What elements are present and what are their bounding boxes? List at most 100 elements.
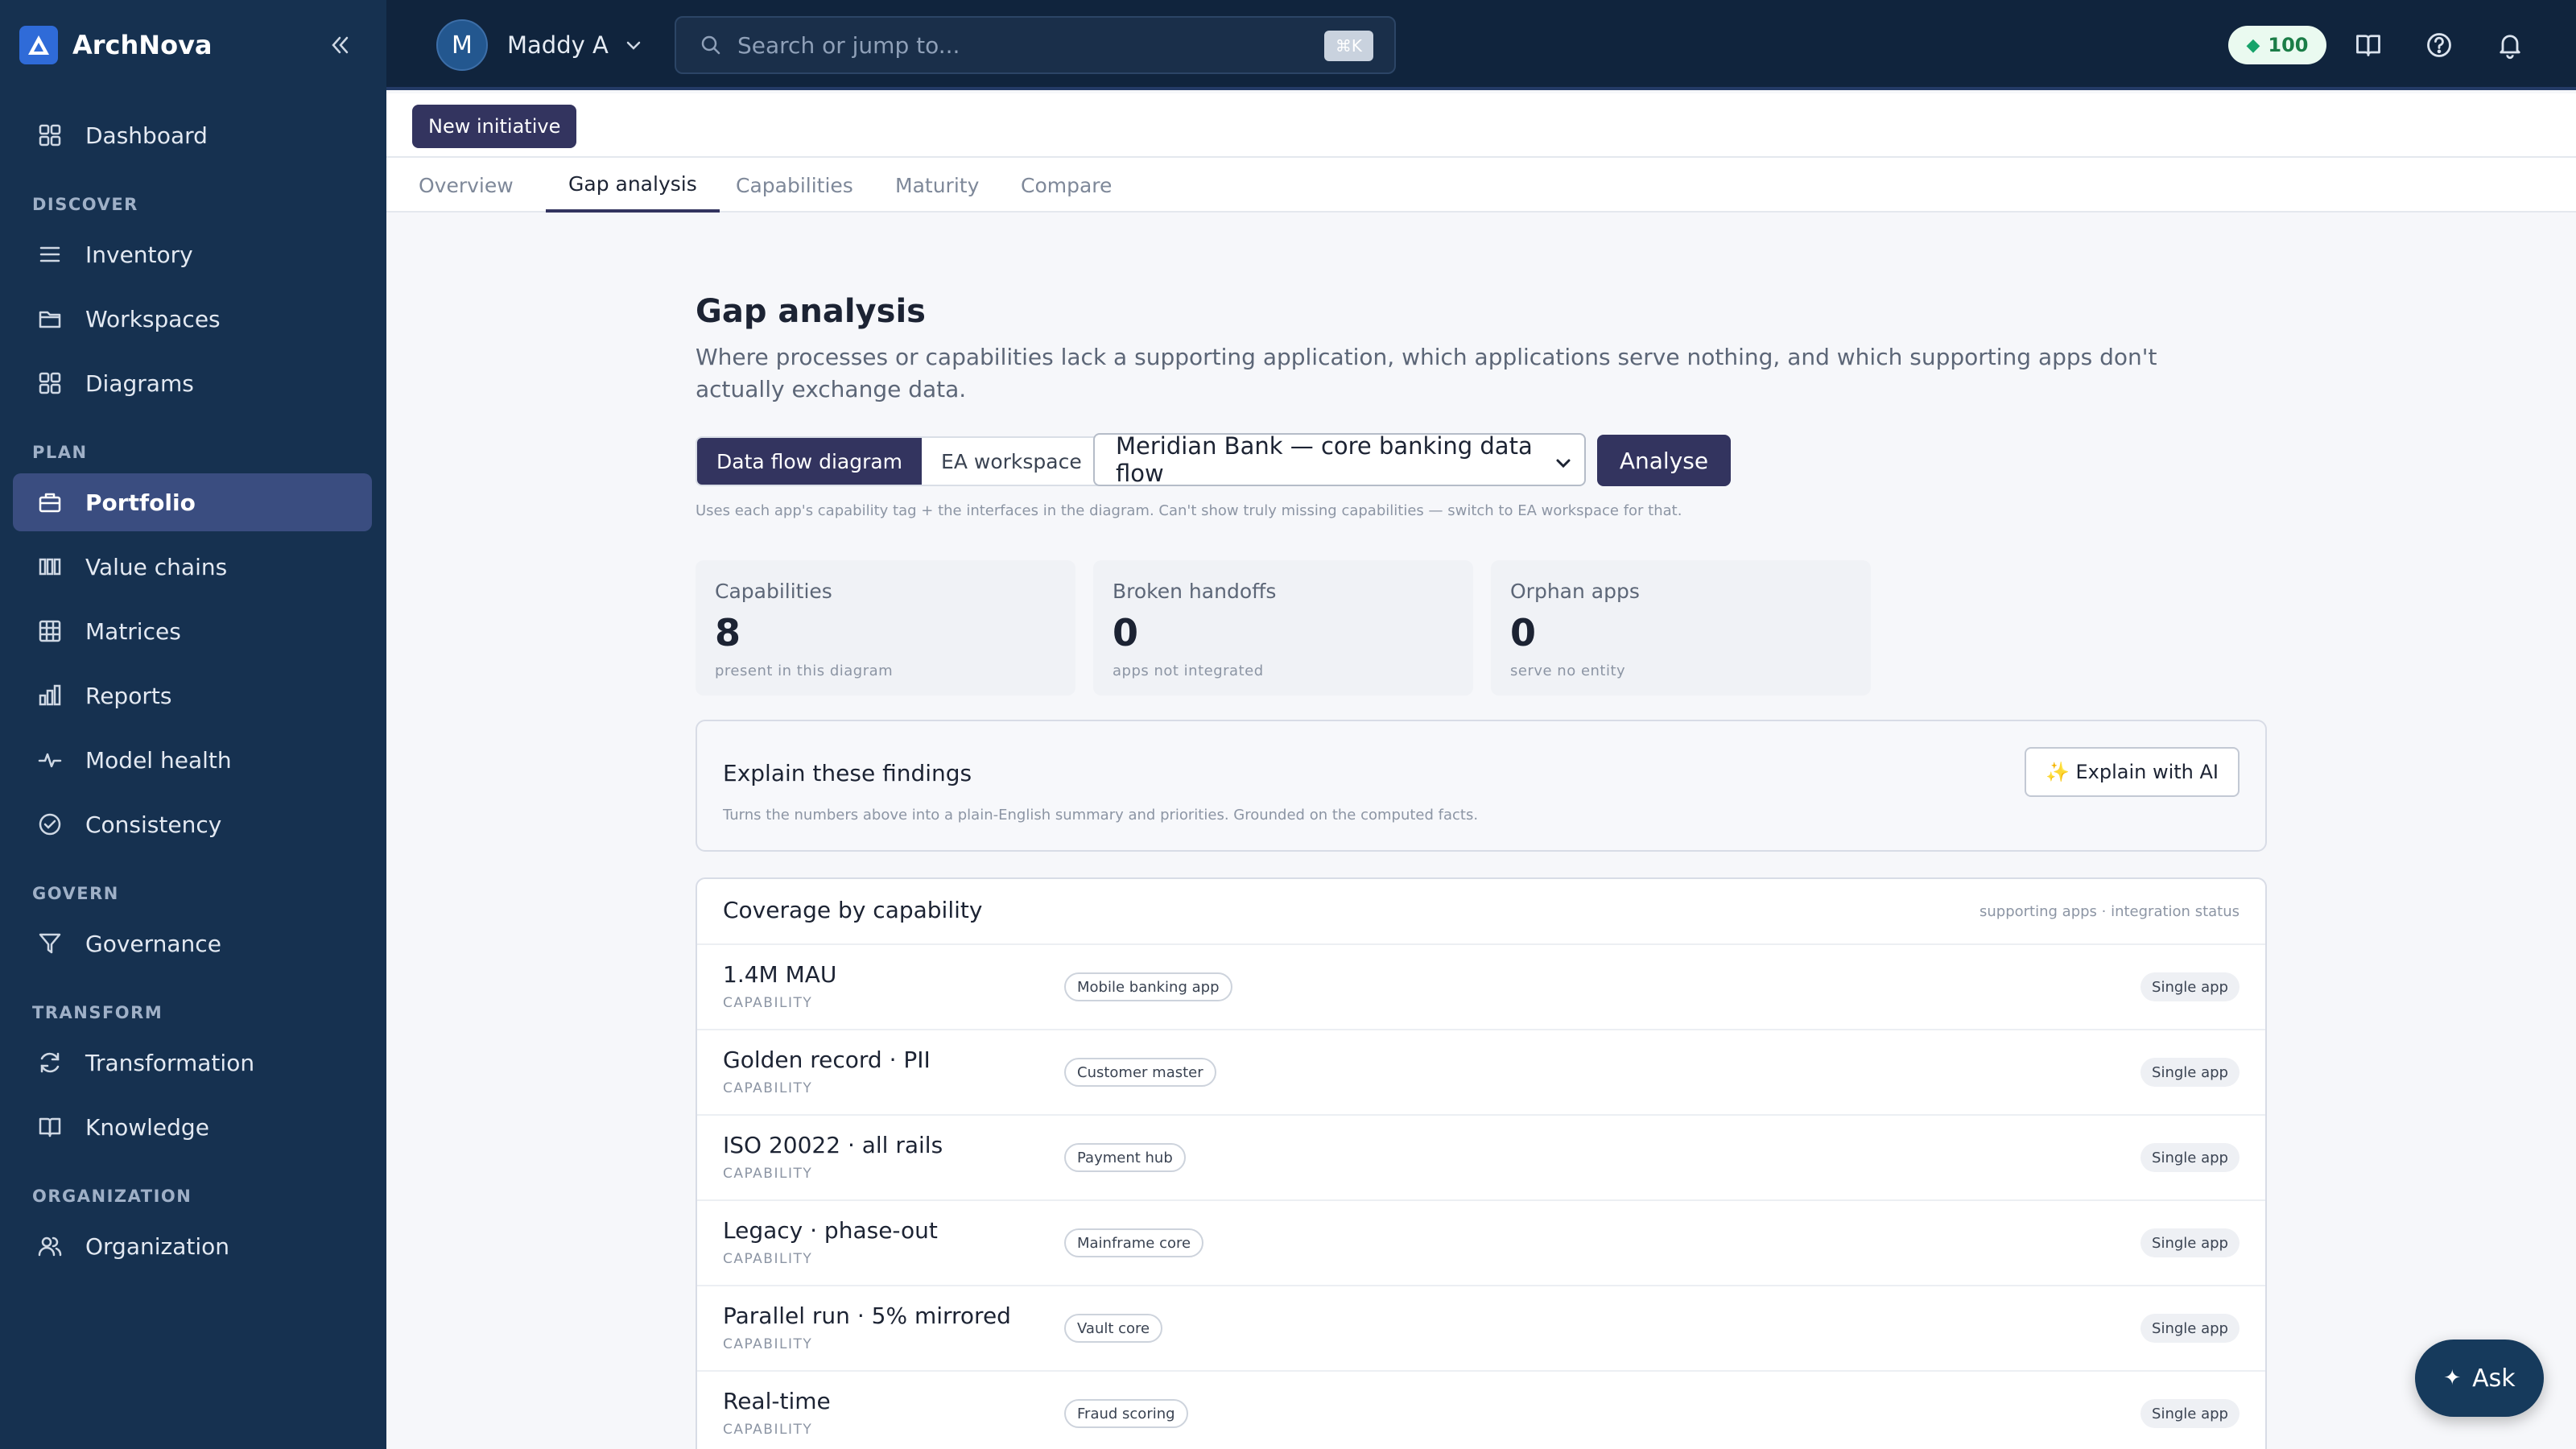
archnova-logo-icon: [19, 26, 58, 64]
help-icon[interactable]: [2421, 27, 2457, 63]
brand[interactable]: ArchNova: [19, 26, 213, 64]
sidebar-item-dashboard[interactable]: Dashboard: [13, 106, 372, 164]
status-badge: Single app: [2140, 1314, 2240, 1343]
sidebar-item-label: Model health: [85, 746, 232, 774]
supporting-app-chip[interactable]: Fraud scoring: [1064, 1399, 1188, 1428]
chevron-down-icon: [623, 35, 644, 56]
search-shortcut: ⌘K: [1323, 31, 1373, 61]
stat-value: 0: [1113, 611, 1139, 654]
book-icon: [34, 1111, 66, 1143]
search-input[interactable]: [737, 31, 1301, 59]
sidebar-item-knowledge[interactable]: Knowledge: [13, 1098, 372, 1156]
docs-book-icon[interactable]: [2351, 27, 2386, 63]
capability-name: Legacy · phase-out: [723, 1217, 938, 1244]
stat-orphan-apps: Orphan apps 0 serve no entity: [1491, 560, 1871, 696]
stat-sub: present in this diagram: [715, 663, 894, 679]
diagram-select[interactable]: Meridian Bank — core banking data flow: [1093, 432, 1586, 487]
table-row[interactable]: Golden record · PII CAPABILITY Customer …: [697, 1030, 2265, 1116]
section-organization: ORGANIZATION: [32, 1187, 192, 1206]
section-discover: DISCOVER: [32, 195, 138, 214]
table-row[interactable]: Real-time CAPABILITY Fraud scoring Singl…: [697, 1372, 2265, 1449]
sidebar-item-value-chains[interactable]: Value chains: [13, 538, 372, 596]
tab-gap-analysis[interactable]: Gap analysis: [546, 158, 720, 213]
sidebar-item-portfolio[interactable]: Portfolio: [13, 473, 372, 531]
tab-overview[interactable]: Overview: [396, 158, 536, 213]
columns-icon: [34, 551, 66, 583]
new-initiative-button[interactable]: New initiative: [412, 105, 577, 148]
sidebar-item-governance[interactable]: Governance: [13, 914, 372, 972]
capability-type: CAPABILITY: [723, 1080, 813, 1096]
chevron-down-icon: [1554, 451, 1573, 478]
diagram-select-value: Meridian Bank — core banking data flow: [1116, 432, 1533, 487]
tab-capabilities[interactable]: Capabilities: [713, 158, 876, 213]
status-badge: Single app: [2140, 1228, 2240, 1257]
ask-label: Ask: [2472, 1364, 2516, 1393]
table-row[interactable]: ISO 20022 · all rails CAPABILITY Payment…: [697, 1116, 2265, 1201]
sidebar-item-inventory[interactable]: Inventory: [13, 225, 372, 283]
sidebar-item-consistency[interactable]: Consistency: [13, 795, 372, 853]
sidebar-item-organization[interactable]: Organization: [13, 1217, 372, 1275]
tab-compare[interactable]: Compare: [998, 158, 1134, 213]
explain-subtitle: Turns the numbers above into a plain-Eng…: [723, 807, 1479, 824]
capability-name: 1.4M MAU: [723, 961, 837, 988]
section-govern: GOVERN: [32, 884, 119, 903]
check-circle-icon: [34, 808, 66, 840]
table-row[interactable]: 1.4M MAU CAPABILITY Mobile banking app S…: [697, 945, 2265, 1030]
pulse-icon: [34, 744, 66, 776]
sidebar-item-workspaces[interactable]: Workspaces: [13, 290, 372, 348]
supporting-app-chip[interactable]: Customer master: [1064, 1058, 1216, 1087]
capability-type: CAPABILITY: [723, 1166, 813, 1182]
list-icon: [34, 238, 66, 270]
sidebar-item-label: Workspaces: [85, 305, 221, 332]
sidebar-item-label: Knowledge: [85, 1113, 209, 1141]
capability-name: Golden record · PII: [723, 1046, 931, 1073]
credits-badge[interactable]: ◆ 100: [2228, 26, 2326, 64]
section-transform: TRANSFORM: [32, 1003, 163, 1022]
search-box[interactable]: ⌘K: [675, 16, 1396, 74]
sidebar-item-label: Governance: [85, 930, 221, 957]
ask-assistant-button[interactable]: ✦ Ask: [2415, 1340, 2544, 1417]
source-ea-workspace-button[interactable]: EA workspace: [922, 438, 1101, 485]
sidebar-item-label: Transformation: [85, 1049, 255, 1076]
explain-with-ai-button[interactable]: ✨ Explain with AI: [2024, 747, 2240, 797]
page-toolbar: New initiative: [386, 93, 2576, 158]
sidebar-item-label: Consistency: [85, 811, 222, 838]
grid-icon: [34, 119, 66, 151]
sidebar-item-reports[interactable]: Reports: [13, 667, 372, 724]
supporting-app-chip[interactable]: Mobile banking app: [1064, 972, 1232, 1001]
user-menu[interactable]: M Maddy A: [436, 19, 644, 71]
analyse-button[interactable]: Analyse: [1597, 435, 1731, 486]
capability-name: Real-time: [723, 1388, 831, 1414]
bell-icon[interactable]: [2492, 27, 2528, 63]
explain-title: Explain these findings: [723, 760, 972, 786]
stat-sub: serve no entity: [1510, 663, 1626, 679]
sidebar-item-matrices[interactable]: Matrices: [13, 602, 372, 660]
folder-icon: [34, 303, 66, 335]
table-row[interactable]: Legacy · phase-out CAPABILITY Mainframe …: [697, 1201, 2265, 1286]
sidebar-item-label: Portfolio: [85, 489, 196, 516]
top-bar: M Maddy A ⌘K ◆ 100: [386, 0, 2576, 90]
capability-type: CAPABILITY: [723, 995, 813, 1011]
source-data-flow-button[interactable]: Data flow diagram: [697, 438, 923, 485]
refresh-icon: [34, 1046, 66, 1079]
table-icon: [34, 615, 66, 647]
stat-label: Broken handoffs: [1113, 580, 1277, 603]
tab-maturity[interactable]: Maturity: [873, 158, 1001, 213]
page-title: Gap analysis: [696, 293, 926, 330]
collapse-sidebar-icon[interactable]: [322, 27, 357, 63]
capability-type: CAPABILITY: [723, 1422, 813, 1438]
sidebar-item-transformation[interactable]: Transformation: [13, 1034, 372, 1092]
sidebar-item-model-health[interactable]: Model health: [13, 731, 372, 789]
diagram-grid-icon: [34, 367, 66, 399]
table-row[interactable]: Parallel run · 5% mirrored CAPABILITY Va…: [697, 1286, 2265, 1372]
sidebar-item-diagrams[interactable]: Diagrams: [13, 354, 372, 412]
coverage-header: Coverage by capability supporting apps ·…: [697, 879, 2265, 945]
supporting-app-chip[interactable]: Mainframe core: [1064, 1228, 1204, 1257]
capability-name: Parallel run · 5% mirrored: [723, 1302, 1011, 1329]
supporting-app-chip[interactable]: Payment hub: [1064, 1143, 1186, 1172]
sidebar-item-label: Dashboard: [85, 122, 208, 149]
filter-icon: [34, 927, 66, 960]
supporting-app-chip[interactable]: Vault core: [1064, 1314, 1163, 1343]
users-icon: [34, 1230, 66, 1262]
capability-name: ISO 20022 · all rails: [723, 1132, 943, 1158]
